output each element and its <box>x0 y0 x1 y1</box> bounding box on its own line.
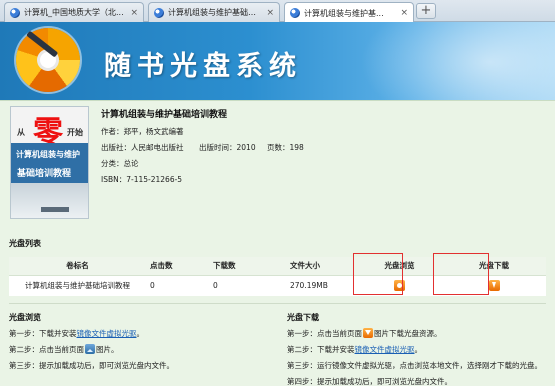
book-pages: 页数：198 <box>267 143 304 152</box>
browser-tab-2[interactable]: 计算机组装与维护基础培训... × <box>148 2 280 22</box>
tab-label: 计算机组装与维护基... <box>304 8 384 18</box>
download-disc-icon[interactable] <box>488 280 500 292</box>
browse-highlight-box <box>353 253 403 295</box>
book-cover[interactable]: 零 从 开始 计算机组装与维护 基础培训教程 <box>10 106 89 219</box>
col-header: 文件大小 <box>278 257 357 276</box>
col-header: 点击数 <box>146 257 209 276</box>
disc-logo-icon <box>16 28 80 92</box>
disc-size: 270.19MB <box>278 275 357 296</box>
browse-step-2: 第二步：点击当前页面 图片。 <box>9 344 119 355</box>
disc-clicks: 0 <box>146 275 209 296</box>
virtual-drive-link[interactable]: 镜像文件虚拟光驱 <box>77 329 137 338</box>
cover-start: 开始 <box>67 128 83 137</box>
ie-icon <box>154 7 164 18</box>
tab-label: 计算机组装与维护基础培训... <box>168 8 263 17</box>
close-icon[interactable]: × <box>266 8 274 18</box>
download-step-3: 第三步：运行镜像文件虚拟光驱，点击浏览本地文件，选择刚才下载的光盘。 <box>287 361 542 370</box>
ie-icon <box>10 7 20 18</box>
step-text: 第二步：下载并安装 <box>287 345 355 354</box>
download-step-1: 第一步：点击当前页面 图片下载光盘资源。 <box>287 328 442 339</box>
step-text: 。 <box>414 345 423 354</box>
step-text: 第一步：下载并安装 <box>9 329 77 338</box>
cover-bottom <box>11 183 88 218</box>
disc-downloads: 0 <box>209 275 278 296</box>
browse-step-3: 第三步：提示加载成功后，即可浏览光盘内文件。 <box>9 361 174 370</box>
new-tab-button[interactable]: + <box>416 3 436 19</box>
close-icon[interactable]: × <box>400 8 408 18</box>
browser-tab-strip: 计算机_中国地质大学（北... × 计算机组装与维护基础培训... × 计算机组… <box>0 0 555 23</box>
ie-icon <box>290 8 300 18</box>
step-text: 第二步：点击当前页面 <box>9 345 84 354</box>
step-text: 图片。 <box>96 345 119 354</box>
browse-step-1: 第一步：下载并安装镜像文件虚拟光驱。 <box>9 328 144 339</box>
col-header: 卷标名 <box>9 257 146 276</box>
col-header: 下载数 <box>209 257 278 276</box>
cover-publisher-mark <box>41 207 69 212</box>
step-text: 图片下载光盘资源。 <box>374 329 442 338</box>
download-highlight-box <box>433 253 489 295</box>
download-step-2: 第二步：下载并安装镜像文件虚拟光驱。 <box>287 344 422 355</box>
image-icon <box>85 344 95 354</box>
download-help-heading: 光盘下载 <box>287 313 319 322</box>
book-author: 作者：郑平，杨文武编著 <box>101 127 184 136</box>
cover-line2: 基础培训教程 <box>17 169 72 179</box>
browse-help-heading: 光盘浏览 <box>9 313 41 322</box>
browser-tab-3-active[interactable]: 计算机组装与维护基... × <box>284 2 414 23</box>
book-isbn: ISBN：7-115-21266-5 <box>101 175 183 184</box>
book-category: 分类：总论 <box>101 159 139 168</box>
download-icon <box>363 328 373 338</box>
main-content: 零 从 开始 计算机组装与维护 基础培训教程 计算机组装与维护基础培训教程 作者… <box>0 100 555 386</box>
site-title: 随书光盘系统 <box>104 51 302 82</box>
step-text: 。 <box>136 329 145 338</box>
book-pub-time: 出版时间：2010 <box>199 143 256 152</box>
cover-line1: 计算机组装与维护 <box>16 150 80 159</box>
book-publisher: 出版社：人民邮电出版社 <box>101 143 184 152</box>
site-banner: 随书光盘系统 <box>0 22 555 100</box>
download-step-4: 第四步：提示加载成功后，即可浏览光盘内文件。 <box>287 377 452 386</box>
disc-name: 计算机组装与维护基础培训教程 <box>9 275 146 296</box>
virtual-drive-link[interactable]: 镜像文件虚拟光驱 <box>355 345 415 354</box>
book-title: 计算机组装与维护基础培训教程 <box>101 110 228 120</box>
disc-list-heading: 光盘列表 <box>9 239 41 248</box>
close-icon[interactable]: × <box>130 8 138 18</box>
step-text: 第一步：点击当前页面 <box>287 329 362 338</box>
banner-glow <box>360 22 555 100</box>
browser-tab-1[interactable]: 计算机_中国地质大学（北... × <box>4 2 144 22</box>
cover-from: 从 <box>17 128 25 137</box>
tab-label: 计算机_中国地质大学（北... <box>24 8 124 17</box>
section-divider <box>9 303 546 304</box>
